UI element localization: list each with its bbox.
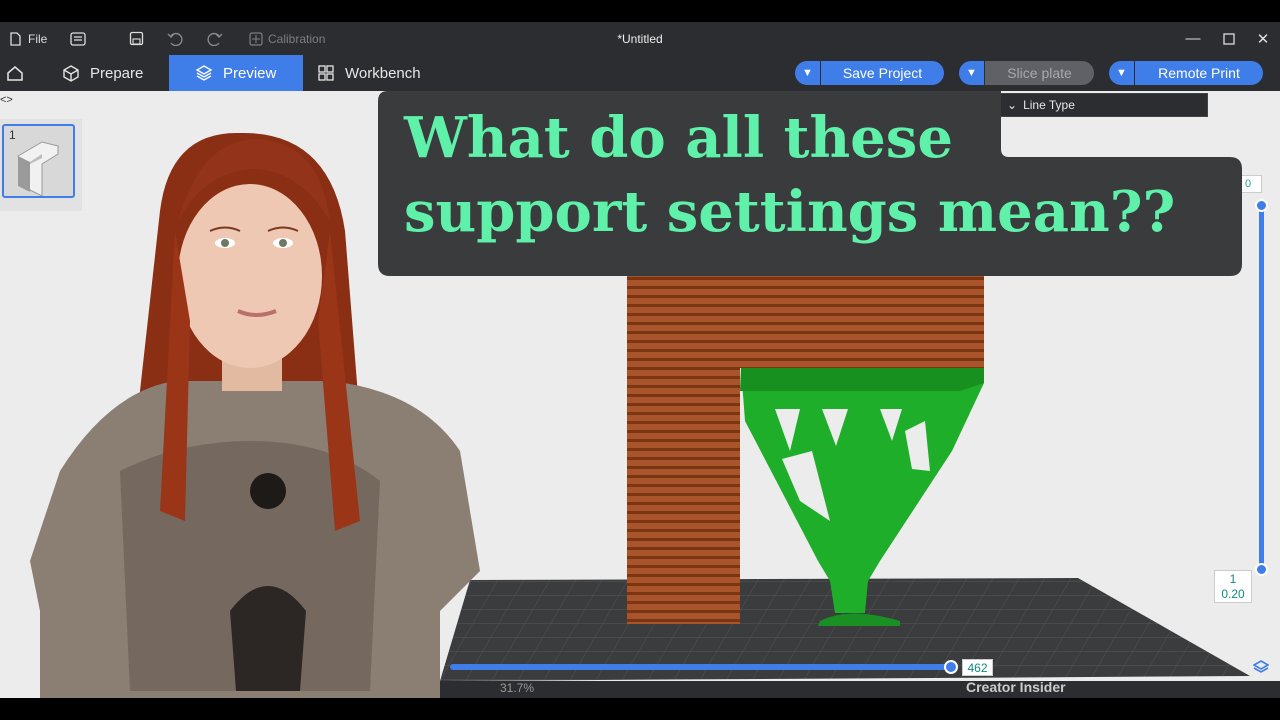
close-icon: ✕ — [1256, 30, 1270, 48]
slice-plate-dropdown[interactable]: ▼ — [959, 61, 985, 85]
slice-plate-split-button: ▼ Slice plate — [959, 61, 1094, 85]
layer-slider-bottom-handle[interactable] — [1255, 563, 1268, 576]
grid-icon — [318, 65, 334, 81]
tab-workbench-label: Workbench — [345, 64, 421, 82]
save-project-dropdown[interactable]: ▼ — [795, 61, 821, 85]
layers-icon[interactable] — [1252, 659, 1270, 679]
layer-bottom-label: 1 0.20 — [1214, 570, 1252, 603]
percent-text: 31.7% — [500, 681, 535, 695]
chevron-down-icon: ▼ — [966, 67, 977, 79]
tab-preview-label: Preview — [223, 64, 277, 82]
remote-print-split-button: ▼ Remote Print — [1109, 61, 1263, 85]
caption-line-1: What do all these — [404, 105, 953, 171]
move-slider-handle[interactable] — [944, 660, 958, 674]
save-project-split-button: ▼ Save Project — [795, 61, 944, 85]
letterbox-bottom — [0, 698, 1280, 720]
layers-tab-icon — [195, 65, 213, 81]
remote-print-button[interactable]: Remote Print — [1135, 61, 1263, 85]
bottom-info-strip: 31.7% Creator Insider — [440, 679, 1280, 698]
layer-slider-track[interactable] — [1259, 204, 1264, 572]
letterbox-top — [0, 0, 1280, 22]
tab-preview[interactable]: Preview — [169, 55, 303, 91]
chevron-down-icon: ▼ — [802, 67, 813, 79]
close-button[interactable]: ✕ — [1248, 22, 1278, 55]
tab-workbench[interactable]: Workbench — [303, 55, 443, 91]
main-nav: Prepare Preview Workbench ▼ Save Project… — [0, 55, 1280, 91]
slice-plate-button[interactable]: Slice plate — [985, 61, 1094, 85]
layer-height: 0.20 — [1221, 587, 1245, 601]
maximize-button[interactable] — [1214, 22, 1244, 55]
tab-prepare-label: Prepare — [90, 64, 144, 82]
home-icon — [7, 66, 23, 81]
window-title: *Untitled — [617, 31, 663, 46]
caption-line-2: support settings mean?? — [404, 179, 1176, 245]
layer-number: 1 — [1229, 572, 1237, 586]
minimize-icon: — — [1185, 30, 1201, 47]
remote-print-dropdown[interactable]: ▼ — [1109, 61, 1135, 85]
save-project-button[interactable]: Save Project — [821, 61, 944, 85]
layer-slider-top-handle[interactable] — [1255, 199, 1268, 212]
move-slider-track[interactable] — [450, 664, 955, 670]
maximize-icon — [1223, 32, 1235, 45]
move-slider-value: 462 — [962, 659, 993, 676]
cube-icon — [63, 65, 79, 82]
home-button[interactable] — [0, 55, 30, 91]
title-bar: File Calibration *Untitled — ✕ — [0, 22, 1280, 55]
partial-label: Creator Insider — [966, 679, 1066, 695]
video-caption: What do all these support settings mean?… — [378, 91, 1242, 276]
tab-prepare[interactable]: Prepare — [48, 55, 169, 91]
chevron-down-icon: ▼ — [1116, 67, 1127, 79]
minimize-button[interactable]: — — [1178, 22, 1208, 55]
